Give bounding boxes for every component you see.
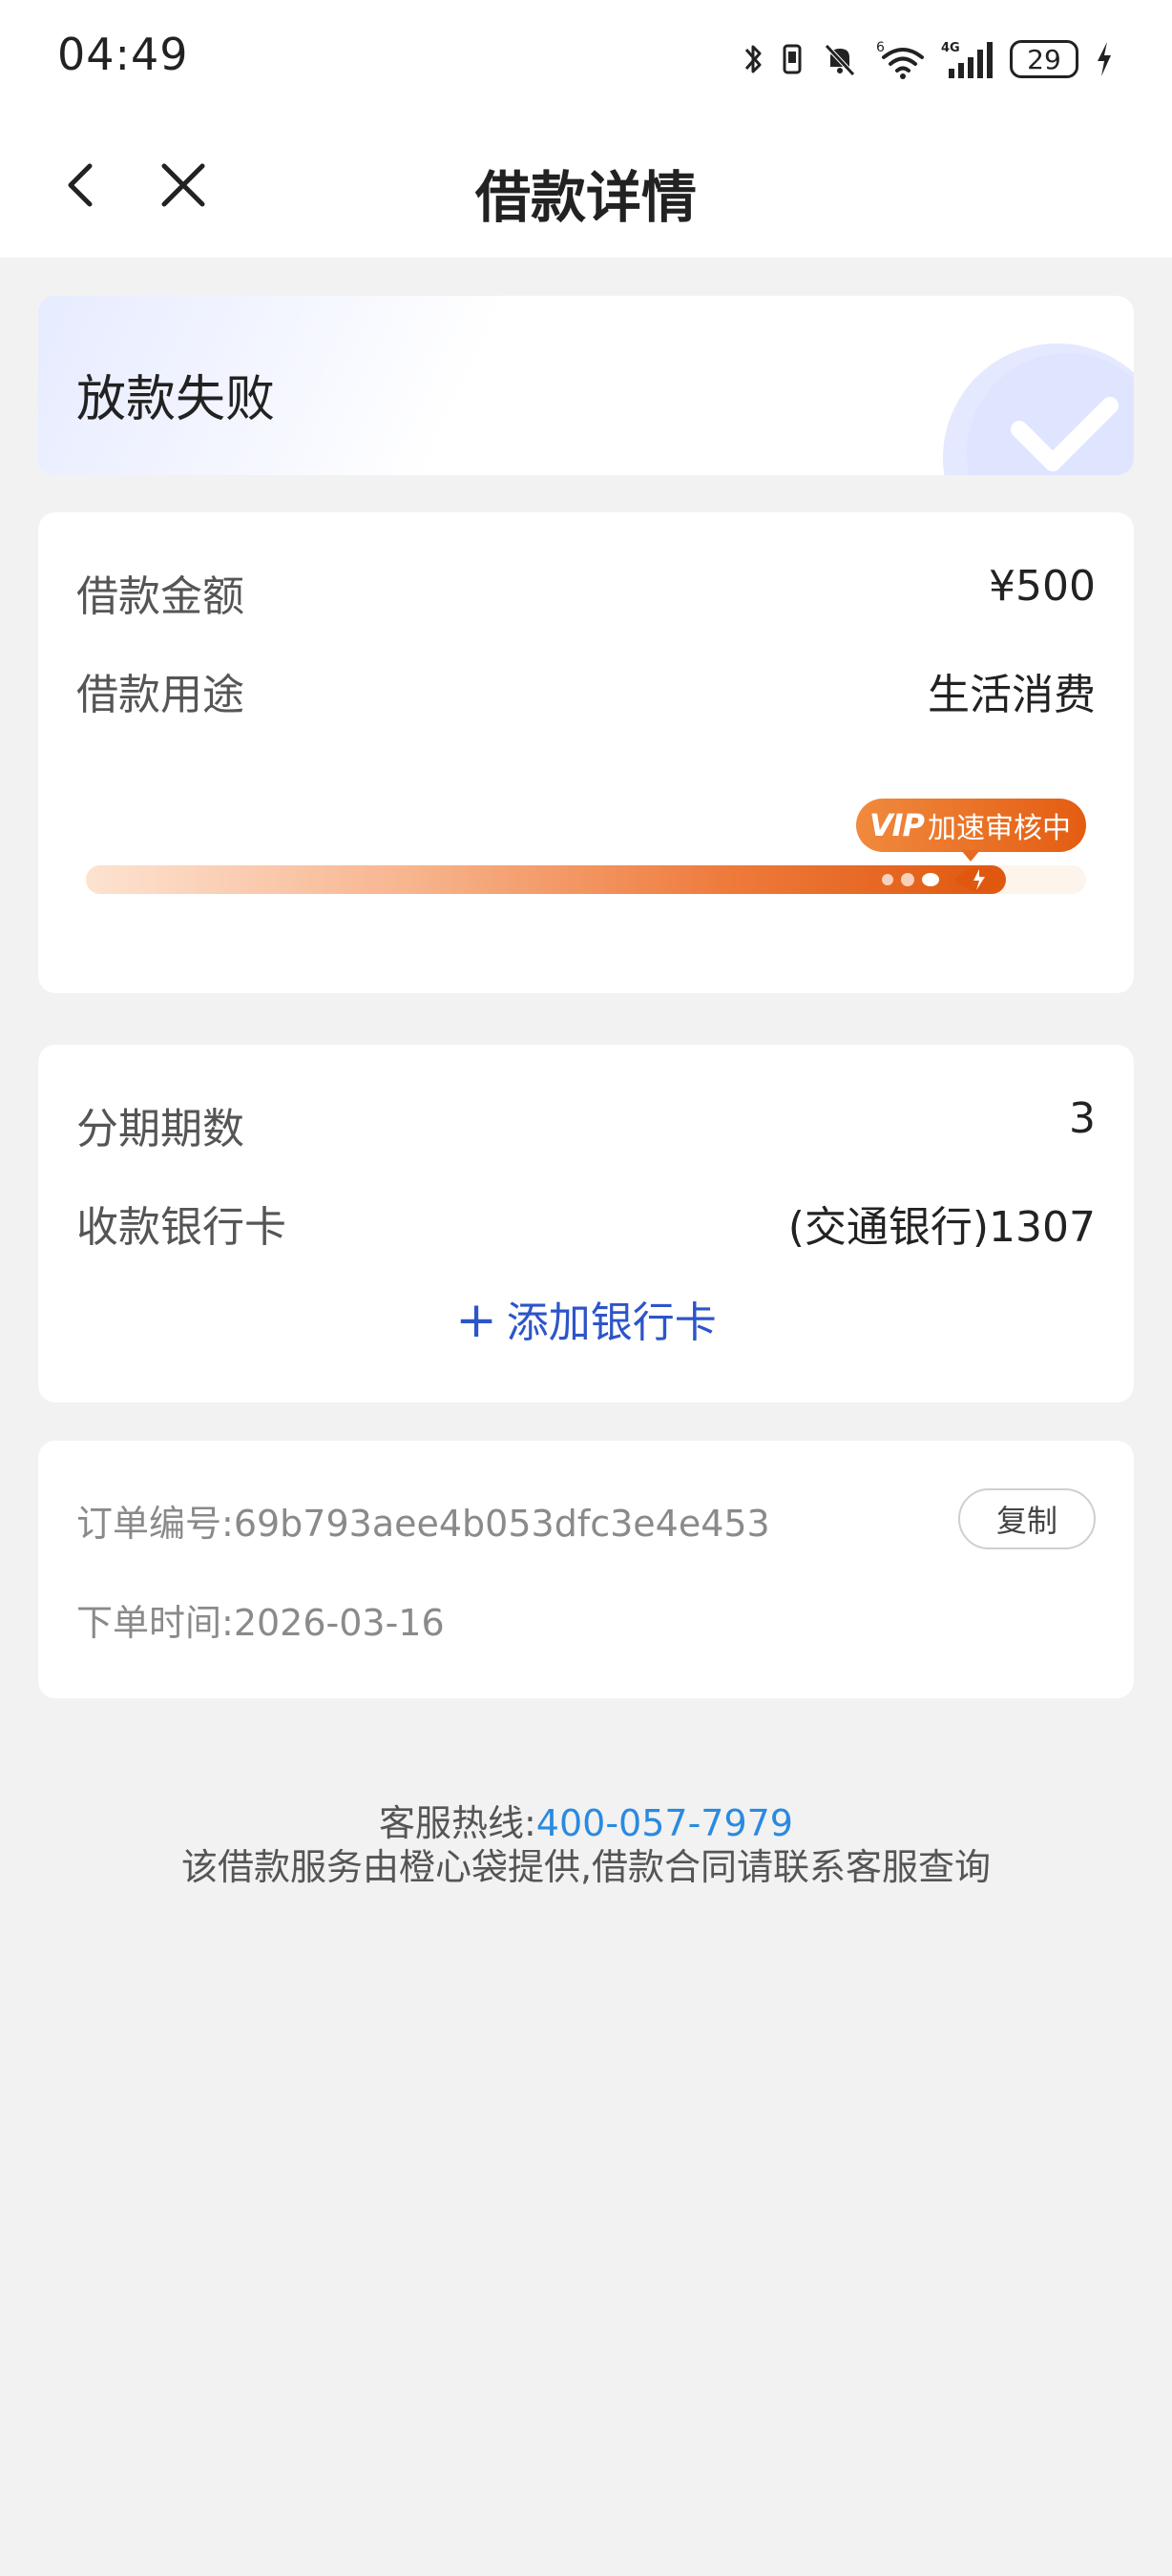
copy-button[interactable]: 复制 (958, 1488, 1096, 1549)
vip-review-badge: VIP 加速审核中 (855, 799, 1086, 862)
svg-text:6: 6 (876, 40, 885, 55)
order-time: 下单时间:2026-03-16 (76, 1593, 445, 1646)
loan-purpose-value: 生活消费 (928, 671, 1096, 719)
progress-dots (882, 870, 939, 889)
order-number-value: 69b793aee4b053dfc3e4e453 (233, 1503, 770, 1545)
loan-amount-label: 借款金额 (76, 572, 244, 621)
loan-status-title: 放款失败 (76, 371, 276, 428)
vip-tag: VIP (869, 807, 925, 843)
order-number-label: 订单编号: (76, 1503, 234, 1545)
mute-bell-icon (825, 44, 855, 76)
installments-label: 分期期数 (76, 1105, 244, 1153)
order-time-label: 下单时间: (76, 1602, 234, 1644)
service-notice: 该借款服务由橙心袋提供,借款合同请联系客服查询 (180, 1846, 992, 1888)
bank-card-label: 收款银行卡 (76, 1203, 286, 1252)
page-title: 借款详情 (474, 165, 697, 230)
vip-badge-text: 加速审核中 (928, 812, 1071, 845)
svg-text:4G: 4G (941, 41, 960, 55)
cellular-signal-icon: 4G (941, 41, 993, 78)
order-info-card: 订单编号:69b793aee4b053dfc3e4e453 复制 下单时间:20… (38, 1441, 1134, 1698)
vibrate-icon (783, 44, 802, 74)
loan-info-card: 借款金额 ¥500 借款用途 生活消费 VIP 加速审核中 (38, 512, 1134, 993)
loan-status-card: 放款失败 (38, 296, 1134, 475)
loan-amount-value: ¥500 (989, 562, 1096, 611)
nav-bar: 借款详情 (0, 114, 1172, 258)
plus-icon: + (455, 1292, 497, 1349)
status-icons: 6 4G 29 (743, 32, 1115, 86)
loan-purpose-label: 借款用途 (76, 671, 244, 719)
add-bank-card-button[interactable]: + 添加银行卡 (38, 1288, 1134, 1349)
bank-card-value: (交通银行)1307 (787, 1203, 1096, 1252)
battery-icon: 29 (1010, 40, 1078, 78)
bluetooth-icon (744, 45, 762, 73)
order-number: 订单编号:69b793aee4b053dfc3e4e453 (76, 1494, 770, 1547)
progress-fill (86, 865, 1006, 894)
bank-info-card: 分期期数 3 收款银行卡 (交通银行)1307 + 添加银行卡 (38, 1045, 1134, 1402)
installments-value: 3 (1069, 1094, 1096, 1143)
charging-icon (1098, 42, 1111, 76)
rocket-icon (954, 867, 1006, 892)
check-circle-icon (943, 343, 1134, 475)
order-time-value: 2026-03-16 (233, 1602, 445, 1644)
wifi-icon: 6 (876, 40, 924, 79)
add-bank-card-label: 添加银行卡 (506, 1298, 717, 1347)
status-time: 04:49 (57, 29, 189, 80)
status-bar: 04:49 6 4G 29 (0, 0, 1172, 114)
review-progress: VIP 加速审核中 (86, 799, 1086, 904)
